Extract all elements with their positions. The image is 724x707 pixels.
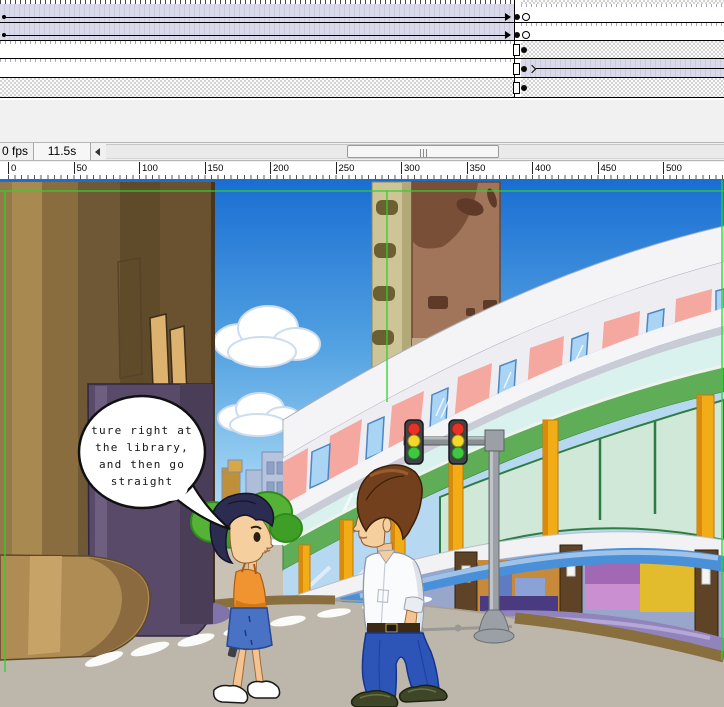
stage-canvas[interactable]: ture right at the library, and then go s… — [0, 180, 724, 707]
timeline-status-bar: 0 fps 11.5s — [0, 142, 724, 161]
timeline-row-static-1[interactable] — [0, 41, 724, 59]
frames[interactable] — [521, 23, 724, 40]
ruler-major-tick — [467, 162, 468, 174]
empty-frames[interactable] — [521, 78, 724, 97]
ruler-major-tick — [74, 162, 75, 174]
ruler-label: 450 — [601, 163, 617, 174]
ruler-major-tick — [663, 162, 664, 174]
ruler-major-tick — [8, 162, 9, 174]
tween-arrowhead-icon — [505, 13, 511, 21]
svg-text:ture right at: ture right at — [91, 424, 193, 437]
ruler-major-tick — [139, 162, 140, 174]
ruler-label: 200 — [273, 163, 289, 174]
keyframe-icon[interactable] — [514, 14, 520, 20]
timeline-row-static-3[interactable] — [0, 78, 724, 98]
ruler-label: 250 — [339, 163, 355, 174]
tween-span[interactable] — [0, 4, 514, 22]
frame-end-icon[interactable] — [513, 44, 520, 56]
empty-frames[interactable] — [0, 78, 514, 97]
ruler-label: 400 — [535, 163, 551, 174]
svg-text:and then go: and then go — [99, 458, 185, 471]
scroll-left-arrow-icon[interactable] — [95, 148, 100, 156]
keyframe-icon[interactable] — [514, 32, 520, 38]
horizontal-scrollbar-thumb[interactable] — [347, 145, 499, 158]
timeline-empty-area — [0, 99, 724, 143]
empty-frames[interactable] — [521, 41, 724, 58]
horizontal-scrollbar-track[interactable] — [106, 144, 724, 159]
ruler-label: 100 — [142, 163, 158, 174]
tween-arrow-icon — [536, 68, 724, 69]
timeline-panel[interactable] — [0, 0, 724, 99]
ruler-major-tick — [401, 162, 402, 174]
signal-head — [405, 420, 423, 464]
tween-arrow-icon — [5, 17, 505, 18]
blank-keyframe-icon[interactable] — [522, 31, 530, 39]
tween-arrow-icon — [5, 35, 505, 36]
frame-span[interactable] — [0, 41, 514, 58]
keyframe-icon[interactable] — [521, 47, 527, 53]
ruler-label: 300 — [404, 163, 420, 174]
ruler-major-tick — [336, 162, 337, 174]
elapsed-time-field[interactable]: 11.5s — [33, 143, 91, 160]
timeline-row-tween-1[interactable] — [0, 4, 724, 23]
svg-text:straight: straight — [111, 475, 174, 488]
ruler-label: 0 — [11, 163, 16, 174]
timeline-row-tween-2[interactable] — [0, 23, 724, 41]
ruler-major-tick — [205, 162, 206, 174]
frames[interactable] — [521, 4, 724, 22]
keyframe-icon[interactable] — [521, 66, 527, 72]
fps-label: 0 fps — [2, 143, 28, 160]
ruler-label: 500 — [666, 163, 682, 174]
scrollbar-grip-icon — [423, 149, 424, 157]
ruler-major-tick — [598, 162, 599, 174]
blank-keyframe-icon[interactable] — [522, 13, 530, 21]
tween-arrowhead-icon — [505, 31, 511, 39]
ruler: 0 50 100 150 200 250 300 350 400 450 500 — [0, 162, 724, 181]
svg-text:the library,: the library, — [95, 441, 189, 454]
ruler-label: 350 — [470, 163, 486, 174]
ruler-label: 150 — [208, 163, 224, 174]
keyframe-icon[interactable] — [521, 85, 527, 91]
frame-span[interactable] — [0, 59, 514, 77]
ruler-label: 50 — [77, 163, 88, 174]
frame-end-icon[interactable] — [513, 82, 520, 94]
timeline-row-static-2[interactable] — [0, 59, 724, 78]
ruler-major-tick — [532, 162, 533, 174]
signal-head — [449, 420, 467, 464]
tween-span[interactable] — [0, 23, 514, 40]
ruler-major-tick — [270, 162, 271, 174]
frame-end-icon[interactable] — [513, 63, 520, 75]
